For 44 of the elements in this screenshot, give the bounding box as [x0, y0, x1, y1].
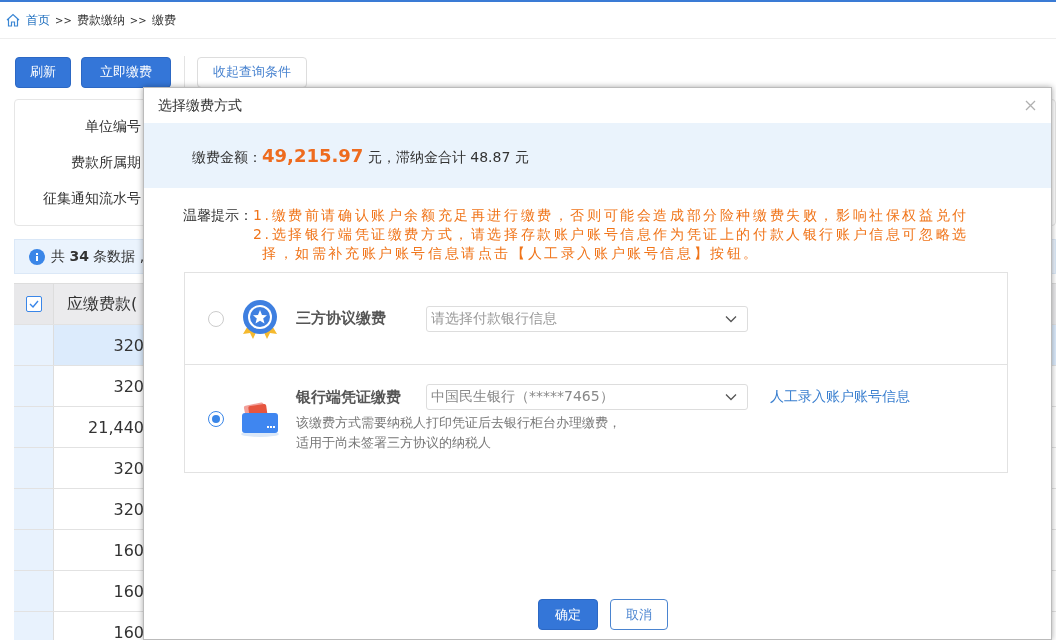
- check-icon: [28, 300, 39, 308]
- chevron-down-icon: [725, 314, 737, 323]
- breadcrumb-separator: >>: [55, 14, 72, 26]
- payment-amount: 缴费金额：49,215.97 元，滞纳金合计 48.87 元: [192, 144, 529, 167]
- dialog-title: 选择缴费方式: [158, 96, 242, 115]
- chevron-down-icon: [725, 393, 737, 401]
- table-cell-text: 21,440: [87, 416, 144, 439]
- option-title: 三方协议缴费: [296, 309, 387, 328]
- option-description: 适用于尚未签署三方协议的纳税人: [296, 434, 492, 452]
- notice-text: 1.缴费前请确认账户余额充足再进行缴费，否则可能会造成部分险种缴费失败，影响社保权益兑付: [253, 206, 970, 225]
- notice-label: 温馨提示：: [183, 206, 253, 225]
- table-cell-text: 160: [112, 580, 144, 603]
- dropdown-field[interactable]: 请选择付款银行信息: [426, 305, 748, 332]
- table-cell-text: 320: [112, 498, 144, 521]
- table-cell-text: 160: [112, 621, 144, 640]
- table-cell-text: 320: [112, 334, 144, 357]
- home-icon: [5, 12, 21, 28]
- toolbar-button[interactable]: 刷新: [15, 56, 71, 88]
- record-count: 共 34 条数据 ,: [51, 247, 145, 266]
- table-cell-text: 160: [112, 539, 144, 562]
- option-description: 该缴费方式需要纳税人打印凭证后去银行柜台办理缴费，: [296, 414, 622, 432]
- breadcrumb-link[interactable]: 首页: [26, 11, 50, 29]
- table-cell-text: 320: [112, 375, 144, 398]
- breadcrumb-separator: >>: [129, 14, 147, 26]
- column-header: 应缴费款(: [66, 292, 139, 315]
- toolbar-button[interactable]: 立即缴费: [81, 56, 171, 88]
- breadcrumb-item: 缴费: [151, 11, 176, 29]
- select-all-checkbox[interactable]: [25, 296, 42, 312]
- option-title: 银行端凭证缴费: [296, 387, 402, 407]
- close-icon[interactable]: [1025, 100, 1036, 111]
- field-label: 征集通知流水号: [42, 189, 141, 208]
- toolbar-button[interactable]: 收起查询条件: [197, 56, 307, 88]
- table-cell-text: 320: [112, 457, 144, 480]
- dialog-button[interactable]: 取消: [609, 599, 668, 630]
- dropdown-field[interactable]: 中国民生银行（*****7465）: [426, 384, 748, 410]
- manual-entry-link[interactable]: 人工录入账户账号信息: [770, 388, 910, 406]
- field-label: 单位编号: [84, 117, 141, 136]
- breadcrumb-item: 费款缴纳: [76, 11, 125, 29]
- dialog-button[interactable]: 确定: [537, 599, 598, 630]
- info-icon: [29, 248, 45, 265]
- notice-text: 2.选择银行端凭证缴费方式，请选择存款账户账号信息作为凭证上的付款人银行账户信息可忽略选择，如需补充账户账号信息请点击【人工录入账户账号信息】按钮。: [253, 225, 970, 263]
- award-badge-icon: [240, 297, 280, 340]
- bank-card-icon: [239, 399, 281, 438]
- field-label: 费款所属期: [70, 153, 141, 172]
